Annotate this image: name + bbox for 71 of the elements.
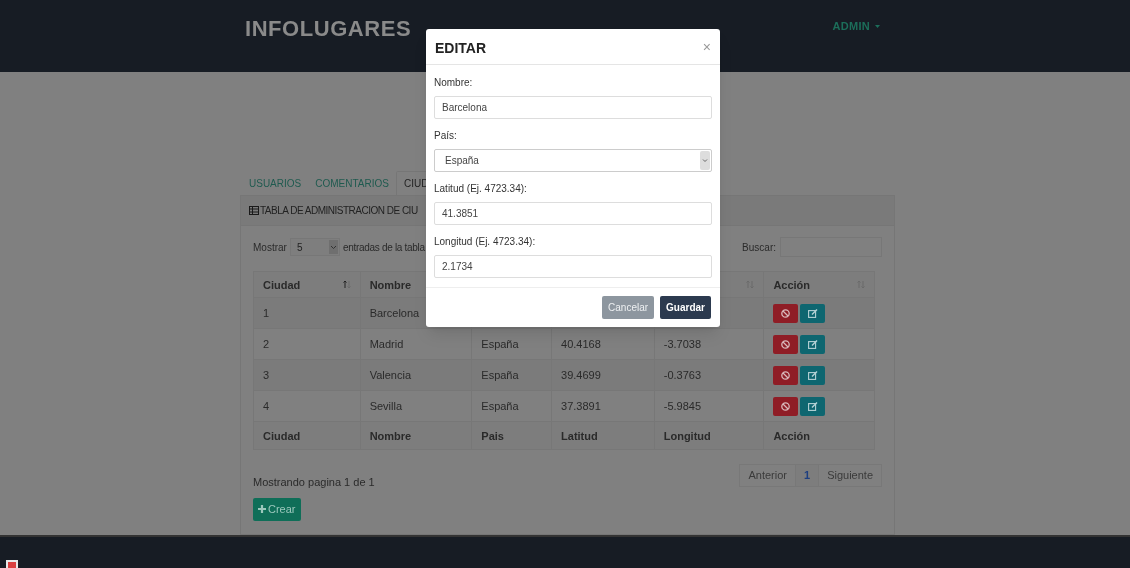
field-label: Latitud (Ej. 4723.34): bbox=[434, 182, 528, 196]
edit-button[interactable] bbox=[800, 396, 826, 416]
page-size-select[interactable]: 5 bbox=[289, 238, 340, 257]
edit-button[interactable] bbox=[800, 334, 826, 354]
delete-button[interactable] bbox=[773, 334, 799, 354]
entries-label: entradas de la tabla bbox=[342, 240, 425, 255]
edit-icon bbox=[807, 401, 818, 411]
chevron-down-icon bbox=[700, 151, 710, 170]
delete-button[interactable] bbox=[773, 365, 799, 385]
edit-icon bbox=[807, 339, 818, 349]
table-info: Mostrando pagina 1 de 1 bbox=[253, 475, 375, 491]
tab[interactable]: COMENTARIOS bbox=[308, 171, 396, 196]
edit-icon bbox=[807, 308, 818, 318]
field-label: Nombre: bbox=[434, 76, 474, 90]
input-field[interactable]: 2.1734 bbox=[434, 255, 712, 278]
column-footer: Acción bbox=[773, 427, 811, 445]
table-cell-text: Barcelona bbox=[369, 306, 420, 322]
table-cell-text: España bbox=[481, 337, 519, 353]
column-header[interactable]: Nombre bbox=[369, 276, 412, 294]
table-cell-text: Madrid bbox=[369, 337, 404, 353]
input-field[interactable]: 41.3851 bbox=[434, 202, 712, 225]
table-cell-text: España bbox=[481, 368, 519, 384]
table-cell-text: 37.3891 bbox=[561, 399, 601, 415]
table-cell-text: -3.7038 bbox=[663, 337, 702, 353]
table-cell-text: Sevilla bbox=[369, 399, 403, 415]
caret-icon bbox=[875, 24, 880, 28]
cancel-button[interactable]: Cancelar bbox=[602, 296, 655, 319]
column-footer: Pais bbox=[481, 427, 504, 445]
table-cell-text: -5.9845 bbox=[663, 399, 702, 415]
column-footer: Longitud bbox=[663, 427, 711, 445]
edit-icon bbox=[807, 370, 818, 380]
column-footer: Latitud bbox=[561, 427, 598, 445]
table-cell-text: 39.4699 bbox=[561, 368, 601, 384]
column-footer: Ciudad bbox=[263, 427, 301, 445]
ban-icon bbox=[781, 370, 791, 380]
table-cell-text: -0.3763 bbox=[663, 368, 702, 384]
edit-button[interactable] bbox=[800, 365, 826, 385]
user-menu[interactable]: ADMIN bbox=[832, 18, 880, 35]
app-icon bbox=[6, 560, 18, 568]
modal-title: EDITAR bbox=[435, 39, 487, 58]
ban-icon bbox=[781, 401, 791, 411]
table-cell-text: 4 bbox=[263, 399, 270, 415]
panel-title: TABLA DE ADMINISTRACION DE CIU bbox=[260, 204, 418, 219]
tab[interactable]: USUARIOS bbox=[242, 171, 309, 196]
column-footer: Nombre bbox=[369, 427, 412, 445]
table-cell-text: 2 bbox=[263, 337, 270, 353]
table-icon bbox=[249, 206, 259, 216]
column-header[interactable]: Acción bbox=[773, 276, 811, 294]
chevron-down-icon bbox=[328, 240, 338, 255]
table-cell-text: 40.4168 bbox=[561, 337, 601, 353]
column-header[interactable]: Ciudad bbox=[263, 276, 301, 294]
delete-button[interactable] bbox=[773, 396, 799, 416]
search-label: Buscar: bbox=[742, 240, 776, 255]
show-label: Mostrar bbox=[253, 240, 287, 255]
ban-icon bbox=[781, 339, 791, 349]
table-cell-text: España bbox=[481, 399, 519, 415]
table-cell-text: 3 bbox=[263, 368, 270, 384]
edit-button[interactable] bbox=[800, 303, 826, 323]
plus-icon bbox=[258, 505, 266, 514]
field-label: Longitud (Ej. 4723.34): bbox=[434, 235, 537, 249]
delete-button[interactable] bbox=[773, 303, 799, 323]
table-cell-text: 1 bbox=[263, 306, 270, 322]
field-label: País: bbox=[434, 129, 458, 143]
input-field[interactable]: Barcelona bbox=[434, 96, 712, 119]
create-button[interactable]: Crear bbox=[253, 497, 301, 521]
country-select[interactable]: España bbox=[434, 149, 712, 172]
save-button[interactable]: Guardar bbox=[660, 296, 711, 319]
close-button[interactable]: × bbox=[702, 39, 711, 54]
ban-icon bbox=[781, 308, 791, 318]
table-cell-text: Valencia bbox=[369, 368, 412, 384]
brand-logo[interactable]: INFOLUGARES bbox=[245, 12, 412, 45]
